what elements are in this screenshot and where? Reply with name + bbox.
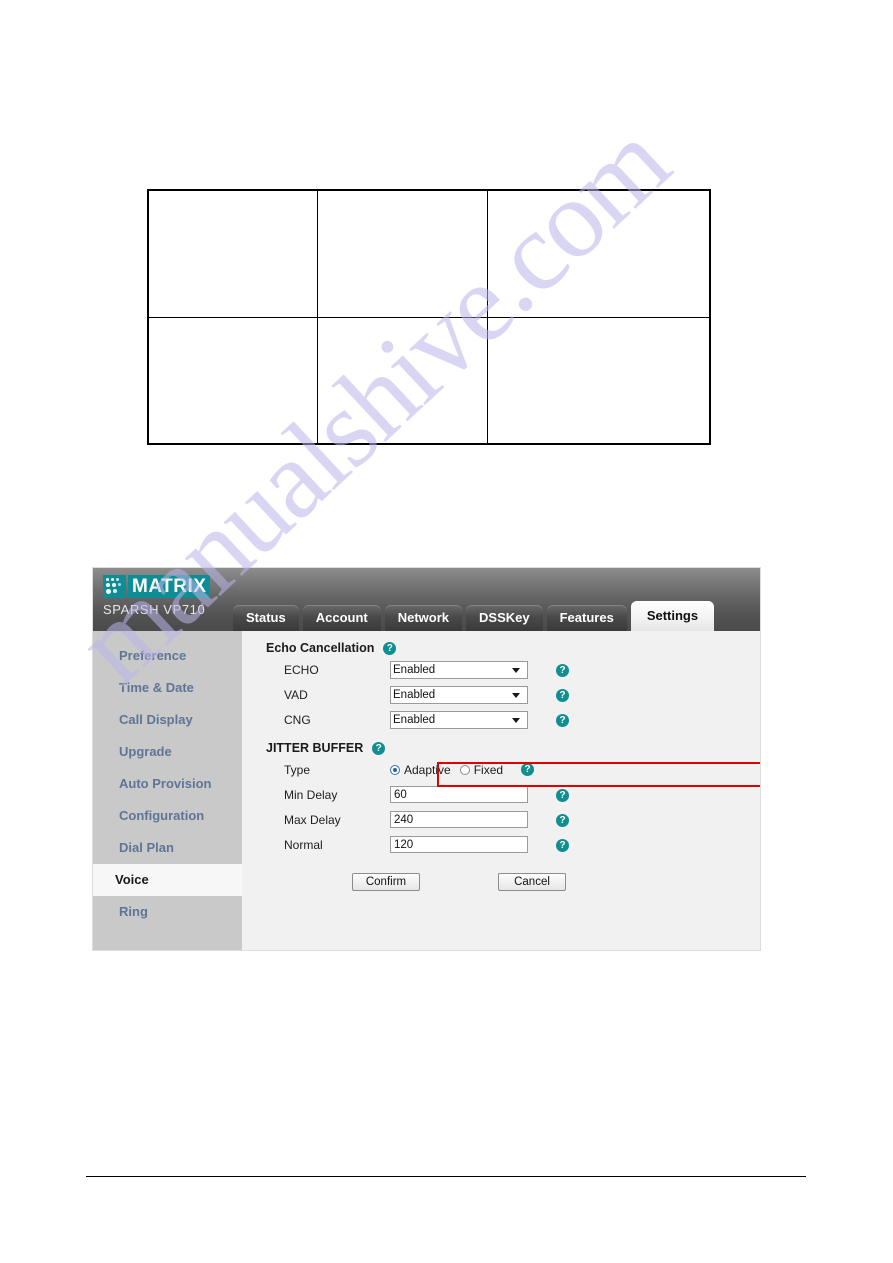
- echo-select[interactable]: Enabled: [390, 660, 528, 679]
- field-echo: Enabled: [390, 660, 530, 679]
- field-normal: [390, 836, 530, 853]
- table-cell: [318, 191, 488, 317]
- normal-input[interactable]: [390, 836, 528, 853]
- help-icon[interactable]: ?: [556, 689, 569, 702]
- page-footer-rule: [86, 1176, 806, 1177]
- tab-status[interactable]: Status: [233, 605, 299, 631]
- help-icon[interactable]: ?: [372, 741, 386, 755]
- webpage-header: MATRIX SPARSH VP710 Status Account Netwo…: [93, 568, 760, 631]
- brand-name: MATRIX: [128, 575, 211, 598]
- label-max-delay: Max Delay: [284, 812, 341, 827]
- row-type: Type Adaptive Fixed ?: [242, 757, 760, 782]
- help-icon[interactable]: ?: [556, 664, 569, 677]
- field-min-delay: [390, 786, 530, 803]
- help-vad: ?: [556, 687, 569, 702]
- sidebar-item-configuration[interactable]: Configuration: [93, 800, 242, 832]
- row-echo: ECHO Enabled ?: [242, 657, 760, 682]
- label-cng: CNG: [284, 712, 311, 727]
- help-min-delay: ?: [556, 787, 569, 802]
- tab-network[interactable]: Network: [384, 605, 463, 631]
- radio-dot-icon: [459, 764, 470, 775]
- help-max-delay: ?: [556, 812, 569, 827]
- table-cell: [149, 317, 318, 443]
- tab-dsskey[interactable]: DSSKey: [466, 605, 543, 631]
- cancel-button[interactable]: Cancel: [498, 873, 566, 891]
- radio-fixed[interactable]: Fixed: [459, 762, 504, 777]
- row-normal: Normal ?: [242, 832, 760, 857]
- radio-dot-icon: [390, 764, 400, 775]
- sidebar-item-time-date[interactable]: Time & Date: [93, 672, 242, 704]
- confirm-button[interactable]: Confirm: [352, 873, 420, 891]
- sidebar-item-preference[interactable]: Preference: [93, 640, 242, 672]
- section-label: JITTER BUFFER: [266, 741, 364, 755]
- tab-features[interactable]: Features: [546, 605, 627, 631]
- label-normal: Normal: [284, 837, 323, 852]
- radio-adaptive[interactable]: Adaptive: [390, 763, 451, 777]
- tab-account[interactable]: Account: [302, 605, 381, 631]
- sidebar-item-auto-provision[interactable]: Auto Provision: [93, 768, 242, 800]
- type-radio-group: Adaptive Fixed ?: [390, 762, 535, 777]
- action-buttons: Confirm Cancel: [242, 873, 760, 891]
- help-icon[interactable]: ?: [383, 641, 397, 655]
- field-max-delay: [390, 811, 530, 828]
- label-echo: ECHO: [284, 662, 319, 677]
- row-min-delay: Min Delay ?: [242, 782, 760, 807]
- help-echo: ?: [556, 662, 569, 677]
- table-cell: [149, 191, 318, 317]
- label-vad: VAD: [284, 687, 308, 702]
- row-cng: CNG Enabled ?: [242, 707, 760, 732]
- sidebar-item-ring[interactable]: Ring: [93, 896, 242, 928]
- jitter-buffer-title: JITTER BUFFER ?: [266, 741, 760, 755]
- field-cng: Enabled: [390, 710, 530, 729]
- button-spacer: [420, 873, 498, 891]
- tab-bar: Status Account Network DSSKey Features S…: [233, 601, 715, 631]
- help-cng: ?: [556, 712, 569, 727]
- help-normal: ?: [556, 837, 569, 852]
- max-delay-input[interactable]: [390, 811, 528, 828]
- help-icon[interactable]: ?: [521, 763, 535, 776]
- echo-cancellation-title: Echo Cancellation ?: [266, 641, 760, 655]
- sidebar-item-dial-plan[interactable]: Dial Plan: [93, 832, 242, 864]
- sidebar-item-upgrade[interactable]: Upgrade: [93, 736, 242, 768]
- matrix-dots-icon: [103, 575, 126, 598]
- webpage-body: Preference Time & Date Call Display Upgr…: [93, 631, 760, 950]
- table-row: [149, 191, 709, 318]
- row-vad: VAD Enabled ?: [242, 682, 760, 707]
- sidebar-item-call-display[interactable]: Call Display: [93, 704, 242, 736]
- help-icon[interactable]: ?: [556, 789, 569, 802]
- radio-fixed-label: Fixed: [473, 762, 504, 777]
- document-table: [147, 189, 711, 445]
- help-icon[interactable]: ?: [556, 714, 569, 727]
- row-max-delay: Max Delay ?: [242, 807, 760, 832]
- help-icon[interactable]: ?: [556, 814, 569, 827]
- help-icon[interactable]: ?: [556, 839, 569, 852]
- tab-settings[interactable]: Settings: [630, 601, 715, 631]
- brand-logo: MATRIX: [103, 574, 273, 599]
- field-vad: Enabled: [390, 685, 530, 704]
- sidebar-item-voice[interactable]: Voice: [93, 864, 242, 896]
- section-label: Echo Cancellation: [266, 641, 375, 655]
- radio-adaptive-label: Adaptive: [404, 762, 451, 777]
- settings-content: Echo Cancellation ? ECHO Enabled ? VAD E…: [242, 631, 760, 950]
- table-row: [149, 317, 709, 444]
- min-delay-input[interactable]: [390, 786, 528, 803]
- label-min-delay: Min Delay: [284, 787, 338, 802]
- webpage-screenshot: MATRIX SPARSH VP710 Status Account Netwo…: [93, 568, 760, 950]
- vad-select[interactable]: Enabled: [390, 685, 528, 704]
- table-cell: [488, 191, 709, 317]
- sidebar: Preference Time & Date Call Display Upgr…: [93, 631, 242, 950]
- table-cell: [318, 317, 488, 443]
- cng-select[interactable]: Enabled: [390, 710, 528, 729]
- table-cell: [488, 318, 709, 444]
- field-type: Adaptive Fixed ?: [390, 762, 535, 777]
- label-type: Type: [284, 762, 311, 777]
